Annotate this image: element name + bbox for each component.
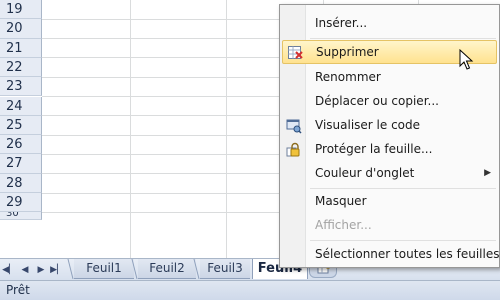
menu-item-insert[interactable]: Insérer... bbox=[282, 12, 497, 36]
next-sheet-icon[interactable]: ▶ bbox=[34, 262, 48, 278]
menu-item-label: Supprimer bbox=[316, 45, 379, 59]
row-header-26[interactable]: 26 bbox=[0, 135, 42, 155]
menu-item-label: Masquer bbox=[315, 194, 367, 208]
menu-item-label: Déplacer ou copier... bbox=[315, 94, 439, 108]
grid-column-line bbox=[130, 0, 131, 258]
first-sheet-icon[interactable]: ◀▏ bbox=[2, 262, 16, 278]
menu-separator bbox=[310, 38, 496, 39]
menu-item-label: Visualiser le code bbox=[315, 118, 421, 132]
sheet-context-menu: Insérer... Supprimer Renommer Déplacer o… bbox=[279, 4, 500, 268]
last-sheet-icon[interactable]: ▶▏ bbox=[50, 262, 64, 278]
tab-feuil2[interactable]: Feuil2 bbox=[138, 259, 196, 279]
protect-sheet-icon bbox=[286, 142, 302, 158]
row-header-19[interactable]: 19 bbox=[0, 0, 42, 20]
menu-item-label: Renommer bbox=[315, 70, 381, 84]
submenu-arrow-icon: ▶ bbox=[484, 168, 491, 178]
menu-item-label: Couleur d'onglet bbox=[315, 166, 415, 180]
status-text: Prêt bbox=[6, 283, 30, 297]
row-header-20[interactable]: 20 bbox=[0, 19, 42, 39]
row-header-28[interactable]: 28 bbox=[0, 173, 42, 193]
menu-separator bbox=[310, 240, 496, 241]
tab-feuil1[interactable]: Feuil1 bbox=[74, 259, 134, 279]
menu-item-tab-color[interactable]: Couleur d'onglet ▶ bbox=[282, 162, 497, 186]
menu-separator bbox=[310, 188, 496, 189]
status-bar: Prêt bbox=[0, 280, 500, 300]
row-header-27[interactable]: 27 bbox=[0, 154, 42, 174]
row-header-22[interactable]: 22 bbox=[0, 57, 42, 78]
row-header-25[interactable]: 25 bbox=[0, 115, 42, 136]
menu-item-label: Afficher... bbox=[315, 218, 372, 232]
menu-item-protect-sheet[interactable]: Protéger la feuille... bbox=[282, 138, 497, 162]
menu-item-view-code[interactable]: Visualiser le code bbox=[282, 114, 497, 138]
row-header-21[interactable]: 21 bbox=[0, 38, 42, 58]
menu-item-move-copy[interactable]: Déplacer ou copier... bbox=[282, 90, 497, 114]
menu-item-label: Protéger la feuille... bbox=[315, 142, 433, 156]
tab-feuil3[interactable]: Feuil3 bbox=[200, 259, 250, 279]
delete-sheet-icon bbox=[287, 45, 303, 61]
row-header-23[interactable]: 23 bbox=[0, 77, 42, 97]
row-header-24[interactable]: 24 bbox=[0, 96, 42, 116]
menu-item-hide[interactable]: Masquer bbox=[282, 190, 497, 214]
menu-item-label: Sélectionner toutes les feuilles bbox=[315, 247, 500, 261]
grid-column-line bbox=[226, 0, 227, 258]
menu-item-label: Insérer... bbox=[315, 16, 368, 30]
view-code-icon bbox=[286, 118, 302, 134]
prev-sheet-icon[interactable]: ◀ bbox=[18, 262, 32, 278]
menu-item-unhide: Afficher... bbox=[282, 214, 497, 238]
row-header-30[interactable]: 30 bbox=[0, 212, 42, 221]
menu-item-select-all-sheets[interactable]: Sélectionner toutes les feuilles bbox=[282, 243, 500, 267]
mouse-pointer-icon bbox=[459, 49, 474, 70]
row-header-29[interactable]: 29 bbox=[0, 193, 42, 213]
